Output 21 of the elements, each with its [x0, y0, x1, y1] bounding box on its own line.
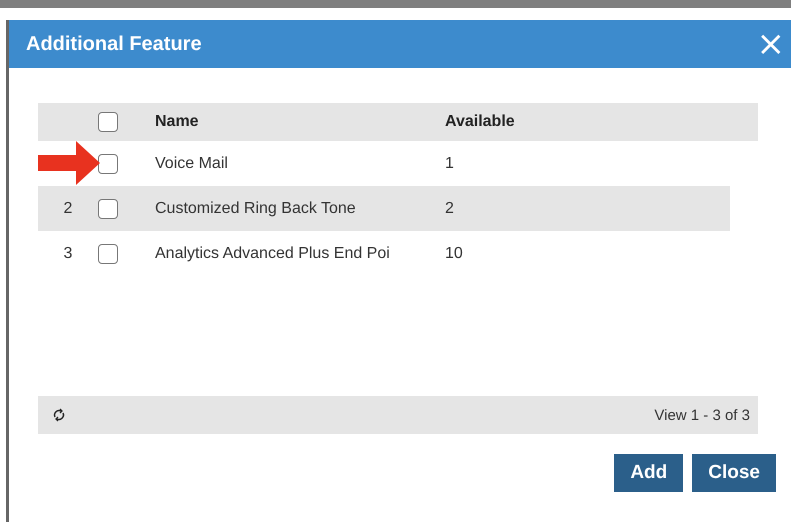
- close-button[interactable]: ×: [756, 27, 785, 61]
- select-all-checkbox[interactable]: [98, 112, 118, 132]
- row-checkbox[interactable]: [98, 244, 118, 264]
- row-number: 2: [64, 200, 72, 216]
- column-header[interactable]: Available: [445, 113, 515, 131]
- table-cell-text: Customized Ring Back Tone: [155, 200, 357, 218]
- refresh-icon[interactable]: [52, 408, 66, 422]
- table-cell-text: Voice Mail: [155, 154, 229, 172]
- table-cell: 10: [445, 244, 463, 262]
- highlighted-row[interactable]: 2 Customized Ring Back Tone 2: [38, 186, 730, 231]
- pager-text: View 1 - 3 of 3: [654, 406, 750, 424]
- row-checkbox[interactable]: [98, 154, 118, 174]
- column-header[interactable]: Name: [155, 113, 445, 131]
- table-cell-text: Analytics Advanced Plus End Poi: [155, 244, 391, 262]
- dialog-title: Additional Feature: [26, 32, 202, 56]
- row-checkbox[interactable]: [98, 198, 118, 218]
- close-button[interactable]: Close: [692, 454, 776, 492]
- table-cell: 1: [445, 154, 454, 172]
- table-cell: 2: [445, 200, 454, 218]
- add-button[interactable]: Add: [614, 454, 684, 492]
- row-number: 3: [64, 244, 72, 262]
